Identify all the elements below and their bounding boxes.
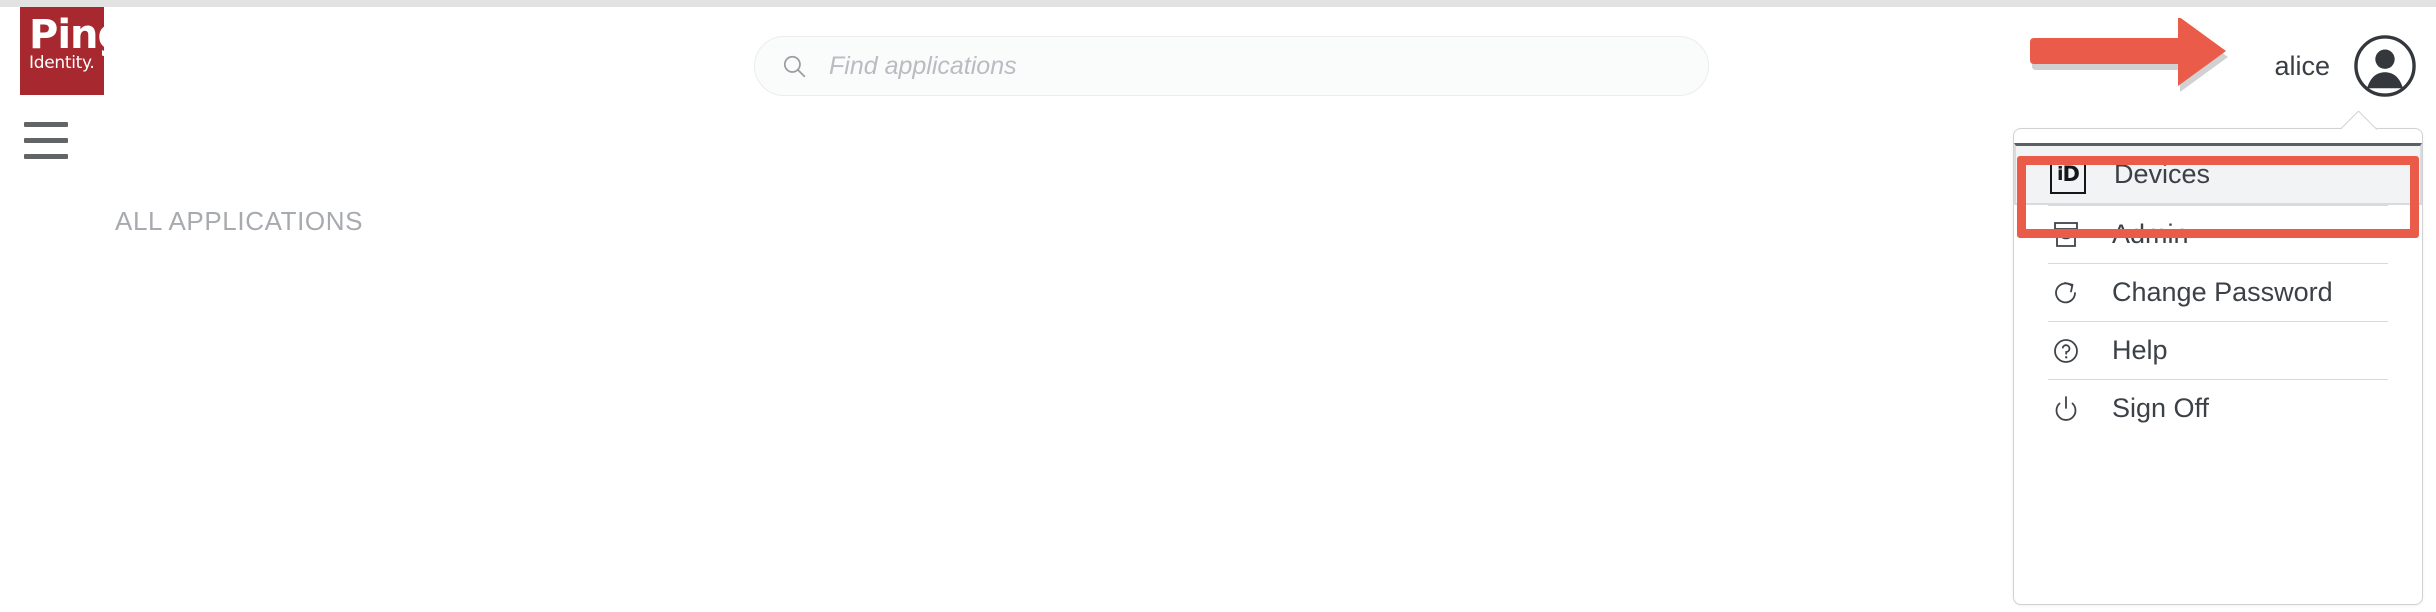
id-badge-icon: iD xyxy=(2050,155,2086,194)
search-icon xyxy=(781,53,807,79)
power-icon xyxy=(2048,391,2084,427)
menu-item-label: Change Password xyxy=(2112,277,2333,307)
menu-item-help[interactable]: Help xyxy=(2048,321,2388,379)
logo-text-identity: Identity. xyxy=(29,53,95,73)
browser-chrome-strip xyxy=(0,0,2436,7)
hamburger-bar xyxy=(24,122,68,127)
menu-item-change-password[interactable]: Change Password xyxy=(2048,263,2388,321)
menu-item-label: Help xyxy=(2112,335,2168,365)
menu-item-sign-off[interactable]: Sign Off xyxy=(2048,379,2388,437)
page-title: ALL APPLICATIONS xyxy=(115,206,364,236)
menu-item-label: Admin xyxy=(2112,219,2189,249)
menu-item-devices[interactable]: iD Devices xyxy=(2014,143,2422,205)
menu-item-label: Devices xyxy=(2114,159,2211,189)
archive-box-icon xyxy=(2048,217,2084,253)
menu-item-label: Sign Off xyxy=(2112,393,2210,423)
avatar[interactable] xyxy=(2354,35,2416,97)
user-menu-dropdown: iD Devices Admin Change Password Help Si… xyxy=(2013,128,2423,605)
hamburger-menu-icon[interactable] xyxy=(24,122,68,160)
menu-item-admin[interactable]: Admin xyxy=(2048,205,2388,263)
username-label: alice xyxy=(2274,51,2330,81)
dropdown-caret-icon xyxy=(2341,111,2377,130)
logo-text-ping: Ping xyxy=(29,12,126,58)
refresh-arrow-icon xyxy=(2048,275,2084,311)
search-input[interactable] xyxy=(827,50,1531,82)
ping-identity-logo[interactable]: Ping Identity. xyxy=(20,7,126,95)
user-menu-list: iD Devices Admin Change Password Help Si… xyxy=(2014,129,2422,437)
hamburger-bar xyxy=(24,154,68,159)
app-header: Ping Identity. alice xyxy=(0,7,2436,107)
question-circle-icon xyxy=(2048,333,2084,369)
hamburger-bar xyxy=(24,138,68,143)
search-bar[interactable] xyxy=(754,36,1709,96)
